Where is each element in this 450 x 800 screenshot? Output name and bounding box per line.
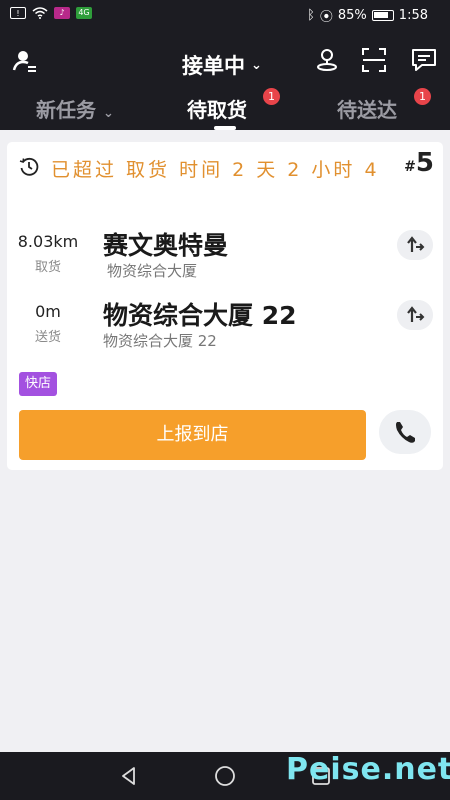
tab-label: 新任务 bbox=[36, 98, 96, 122]
wifi-icon bbox=[32, 7, 48, 19]
mode-label: 接单中 bbox=[182, 54, 245, 78]
report-arrival-button[interactable]: 上报到店 bbox=[19, 410, 366, 460]
overdue-warning: 已超过 取货 时间 2 天 2 小时 4 #5 bbox=[19, 148, 434, 182]
battery-percent: 85% bbox=[337, 8, 367, 23]
tab-new-tasks[interactable]: 新任务 ⌄ bbox=[36, 94, 114, 123]
active-tab-indicator bbox=[214, 126, 236, 130]
order-number: #5 bbox=[404, 148, 434, 178]
bluetooth-icon: ᛒ bbox=[307, 8, 315, 23]
tab-awaiting-pickup[interactable]: 待取货 1 bbox=[187, 88, 280, 123]
status-left: ! ♪ 4G bbox=[10, 7, 92, 19]
app-header: 接单中 ⌄ 新任务 ⌄ 待取货 1 待送达 1 bbox=[0, 30, 450, 130]
store-type-tag: 快店 bbox=[19, 372, 58, 396]
delivery-label: 送货 bbox=[34, 330, 61, 345]
location-icon: ⦿ bbox=[319, 10, 333, 25]
navigate-pickup-button[interactable] bbox=[397, 230, 433, 260]
chevron-down-icon: ⌄ bbox=[102, 106, 114, 121]
sim-alert-icon: ! bbox=[10, 7, 26, 19]
chevron-down-icon: ⌄ bbox=[251, 57, 262, 73]
app-badge-icon: 4G bbox=[76, 7, 92, 19]
map-pin-icon[interactable] bbox=[313, 46, 341, 74]
tab-label: 待取货 bbox=[187, 98, 247, 122]
order-number-value: 5 bbox=[415, 148, 434, 178]
tab-awaiting-delivery[interactable]: 待送达 1 bbox=[337, 88, 431, 123]
battery-icon bbox=[371, 10, 394, 21]
order-number-hash: # bbox=[404, 159, 416, 175]
status-right: ᛒ ⦿ 85% 1:58 bbox=[307, 6, 428, 25]
order-card[interactable]: 已超过 取货 时间 2 天 2 小时 4 #5 8.03km 取货 赛文奥特曼 … bbox=[7, 142, 443, 470]
tab-count-badge: 1 bbox=[263, 88, 280, 105]
pickup-address: 物资综合大厦 bbox=[107, 262, 198, 280]
message-icon[interactable] bbox=[410, 46, 438, 74]
delivery-distance: 0m bbox=[35, 302, 61, 321]
app-notification-icon: ♪ bbox=[54, 7, 70, 19]
overdue-text: 已超过 取货 时间 2 天 2 小时 4 bbox=[51, 159, 380, 181]
tab-label: 待送达 bbox=[337, 98, 397, 122]
order-tabs: 新任务 ⌄ 待取货 1 待送达 1 bbox=[0, 88, 450, 130]
pickup-stop: 8.03km 取货 赛文奥特曼 物资综合大厦 bbox=[7, 230, 443, 292]
pickup-distance: 8.03km bbox=[17, 232, 79, 251]
scan-icon[interactable] bbox=[360, 46, 388, 74]
tab-count-badge: 1 bbox=[414, 88, 431, 105]
navigate-delivery-button[interactable] bbox=[397, 300, 433, 330]
pickup-label: 取货 bbox=[34, 260, 61, 275]
status-bar: ! ♪ 4G ᛒ ⦿ 85% 1:58 bbox=[0, 0, 450, 30]
back-icon[interactable] bbox=[117, 764, 141, 788]
watermark-text: Peise.net bbox=[286, 752, 450, 787]
pickup-store-name: 赛文奥特曼 bbox=[103, 231, 229, 260]
delivery-address: 物资综合大厦 22 bbox=[103, 332, 217, 350]
phone-call-button[interactable] bbox=[379, 410, 431, 454]
home-icon[interactable] bbox=[213, 764, 237, 788]
user-profile-icon[interactable] bbox=[12, 48, 38, 74]
clock-time: 1:58 bbox=[398, 8, 428, 23]
order-mode-switch[interactable]: 接单中 ⌄ bbox=[182, 50, 262, 80]
delivery-name: 物资综合大厦 22 bbox=[103, 301, 297, 330]
delivery-stop: 0m 送货 物资综合大厦 22 物资综合大厦 22 bbox=[7, 300, 443, 362]
clock-icon bbox=[19, 157, 39, 176]
